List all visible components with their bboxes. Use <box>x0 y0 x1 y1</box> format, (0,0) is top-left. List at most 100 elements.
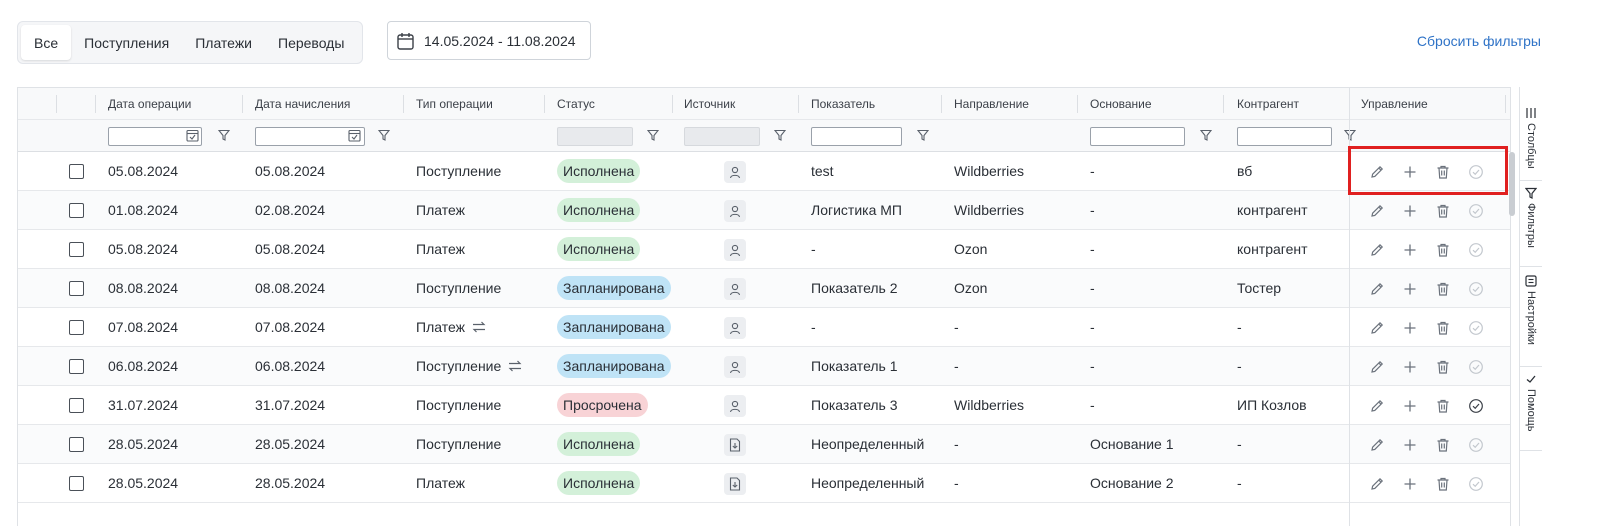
add-icon[interactable] <box>1402 320 1418 336</box>
delete-icon[interactable] <box>1435 164 1451 180</box>
confirm-icon[interactable] <box>1468 476 1484 492</box>
table-row[interactable]: 01.08.2024 02.08.2024 Платеж Исполнена Логис… <box>18 191 1510 230</box>
indicator-cell: test <box>811 163 834 179</box>
op-date-cell: 28.05.2024 <box>108 475 179 491</box>
row-checkbox[interactable] <box>69 281 84 296</box>
row-checkbox[interactable] <box>69 203 84 218</box>
side-tab-settings[interactable]: Настройки <box>1520 275 1542 367</box>
col-indicator[interactable]: Показатель <box>811 88 875 119</box>
table-row[interactable]: 31.07.2024 31.07.2024 Поступление Просрочен… <box>18 386 1510 425</box>
confirm-icon[interactable] <box>1468 437 1484 453</box>
basis-cell: Основание 1 <box>1090 436 1174 452</box>
confirm-icon[interactable] <box>1468 320 1484 336</box>
row-checkbox[interactable] <box>69 164 84 179</box>
filter-icon[interactable] <box>218 129 230 141</box>
add-icon[interactable] <box>1402 398 1418 414</box>
add-icon[interactable] <box>1402 203 1418 219</box>
edit-icon[interactable] <box>1369 164 1385 180</box>
confirm-icon[interactable] <box>1468 242 1484 258</box>
calendar-icon[interactable] <box>186 129 199 142</box>
confirm-icon[interactable] <box>1468 203 1484 219</box>
col-op-date[interactable]: Дата операции <box>108 88 191 119</box>
table-row[interactable]: 05.08.2024 05.08.2024 Поступление Исполнена… <box>18 152 1510 191</box>
table-row[interactable]: 28.05.2024 28.05.2024 Поступление Исполнена… <box>18 425 1510 464</box>
row-checkbox[interactable] <box>69 242 84 257</box>
date-range-picker[interactable]: 14.05.2024 - 11.08.2024 <box>387 21 591 60</box>
col-counterparty[interactable]: Контрагент <box>1237 88 1299 119</box>
edit-icon[interactable] <box>1369 242 1385 258</box>
delete-icon[interactable] <box>1435 320 1451 336</box>
edit-icon[interactable] <box>1369 359 1385 375</box>
table-row[interactable]: 06.08.2024 06.08.2024 Поступление Запланиро… <box>18 347 1510 386</box>
edit-icon[interactable] <box>1369 476 1385 492</box>
confirm-icon[interactable] <box>1468 281 1484 297</box>
op-type-cell: Платеж <box>416 230 465 268</box>
side-tab-columns[interactable]: Столбцы <box>1520 107 1542 181</box>
basis-filter-input[interactable] <box>1090 127 1185 146</box>
edit-icon[interactable] <box>1369 281 1385 297</box>
side-tab-help[interactable]: Помощь <box>1520 373 1542 451</box>
delete-icon[interactable] <box>1435 476 1451 492</box>
side-tab-filters[interactable]: Фильтры <box>1520 187 1542 267</box>
add-icon[interactable] <box>1402 476 1418 492</box>
delete-icon[interactable] <box>1435 437 1451 453</box>
tab-payments[interactable]: Платежи <box>182 25 265 60</box>
tab-all[interactable]: Все <box>21 25 72 60</box>
edit-icon[interactable] <box>1369 398 1385 414</box>
reset-filters-link[interactable]: Сбросить фильтры <box>1417 33 1541 49</box>
add-icon[interactable] <box>1402 242 1418 258</box>
delete-icon[interactable] <box>1435 359 1451 375</box>
filter-icon[interactable] <box>1200 129 1212 141</box>
table-header: Дата операции Дата начисления Тип операц… <box>18 88 1510 120</box>
row-checkbox[interactable] <box>69 476 84 491</box>
tab-transfers[interactable]: Переводы <box>265 25 357 60</box>
edit-icon[interactable] <box>1369 437 1385 453</box>
row-checkbox[interactable] <box>69 437 84 452</box>
direction-cell: - <box>954 319 959 335</box>
delete-icon[interactable] <box>1435 203 1451 219</box>
col-acc-date[interactable]: Дата начисления <box>255 88 350 119</box>
status-cell: Исполнена <box>557 464 641 502</box>
row-checkbox[interactable] <box>69 359 84 374</box>
filter-icon[interactable] <box>647 129 659 141</box>
edit-icon[interactable] <box>1369 320 1385 336</box>
status-filter-select[interactable] <box>557 127 633 146</box>
table-row[interactable]: 05.08.2024 05.08.2024 Платеж Исполнена - Ozon… <box>18 230 1510 269</box>
add-icon[interactable] <box>1402 164 1418 180</box>
tab-income[interactable]: Поступления <box>71 25 182 60</box>
filter-icon[interactable] <box>1344 129 1356 141</box>
add-icon[interactable] <box>1402 281 1418 297</box>
delete-icon[interactable] <box>1435 281 1451 297</box>
op-type-cell: Платеж <box>416 308 487 346</box>
confirm-icon[interactable] <box>1468 164 1484 180</box>
confirm-icon[interactable] <box>1468 398 1484 414</box>
row-checkbox[interactable] <box>69 398 84 413</box>
counterparty-filter-input[interactable] <box>1237 127 1332 146</box>
direction-cell: Ozon <box>954 280 988 296</box>
filter-icon[interactable] <box>917 129 929 141</box>
col-source[interactable]: Источник <box>684 88 735 119</box>
row-checkbox[interactable] <box>69 320 84 335</box>
delete-icon[interactable] <box>1435 398 1451 414</box>
source-filter-select[interactable] <box>684 127 760 146</box>
delete-icon[interactable] <box>1435 242 1451 258</box>
calendar-icon[interactable] <box>348 129 361 142</box>
counterparty-cell: - <box>1237 319 1242 335</box>
table-row[interactable]: 07.08.2024 07.08.2024 Платеж Запланирована -… <box>18 308 1510 347</box>
filter-icon[interactable] <box>378 129 390 141</box>
indicator-filter-input[interactable] <box>811 127 902 146</box>
edit-icon[interactable] <box>1369 203 1385 219</box>
col-op-type[interactable]: Тип операции <box>416 88 493 119</box>
table-row[interactable]: 28.05.2024 28.05.2024 Платеж Исполнена Неопр… <box>18 464 1510 503</box>
col-basis[interactable]: Основание <box>1090 88 1152 119</box>
table-row[interactable]: 08.08.2024 08.08.2024 Поступление Запланиро… <box>18 269 1510 308</box>
add-icon[interactable] <box>1402 437 1418 453</box>
confirm-icon[interactable] <box>1468 359 1484 375</box>
table-scrollbar[interactable] <box>1509 152 1515 216</box>
direction-cell: Wildberries <box>954 163 1025 179</box>
filter-icon[interactable] <box>774 129 786 141</box>
op-type-cell: Поступление <box>416 425 501 463</box>
col-status[interactable]: Статус <box>557 88 595 119</box>
col-direction[interactable]: Направление <box>954 88 1029 119</box>
add-icon[interactable] <box>1402 359 1418 375</box>
